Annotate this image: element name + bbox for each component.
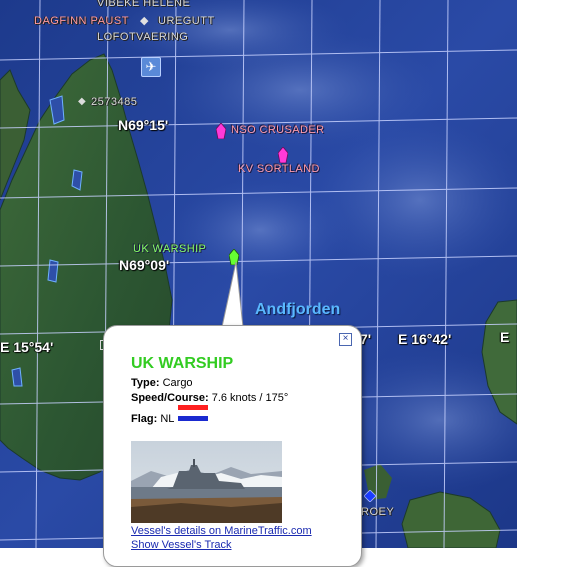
longitude-label: E 16°42' [398, 331, 452, 347]
latitude-label: N69°09' [119, 257, 170, 273]
type-label: Type: [131, 377, 160, 389]
vessel-info-popup: × UK WARSHIP Type: Cargo Speed/Course: 7… [103, 325, 362, 567]
place-label: LOFOTVAERING [97, 31, 189, 43]
airport-icon[interactable]: ✈ [141, 57, 161, 77]
flag-icon [178, 405, 208, 422]
place-label: ROEY [361, 506, 395, 518]
longitude-label: E [500, 329, 510, 345]
vessel-label[interactable]: KV SORTLAND [238, 163, 320, 175]
speed-label: Speed/Course: [131, 392, 209, 404]
place-label: 2573485 [91, 96, 138, 108]
longitude-label: E 15°54' [0, 339, 54, 355]
speed-row: Speed/Course: 7.6 knots / 175° [131, 392, 288, 404]
place-label: VIBEKE HELENE [97, 0, 191, 9]
waypoint-icon: ◆ [78, 96, 86, 107]
latitude-label: N69°15' [118, 117, 169, 133]
waypoint-icon: ◆ [140, 15, 149, 27]
vessel-label[interactable]: UK WARSHIP [133, 243, 206, 255]
flag-label: Flag: [131, 413, 158, 425]
place-label: DAGFINN PAUST [34, 15, 129, 27]
show-track-link[interactable]: Show Vessel's Track [131, 539, 232, 551]
close-icon[interactable]: × [339, 333, 352, 346]
vessel-photo[interactable] [131, 441, 282, 523]
popup-title: UK WARSHIP [131, 355, 234, 372]
flag-value: NL [160, 413, 175, 425]
place-label: UREGUTT [158, 15, 215, 27]
vessel-details-link[interactable]: Vessel's details on MarineTraffic.com [131, 525, 312, 537]
type-value: Cargo [162, 377, 193, 389]
type-row: Type: Cargo [131, 377, 193, 389]
speed-value: 7.6 knots / 175° [211, 392, 289, 404]
vessel-label[interactable]: NSO CRUSADER [231, 124, 324, 136]
water-label: Andfjorden [255, 301, 341, 318]
